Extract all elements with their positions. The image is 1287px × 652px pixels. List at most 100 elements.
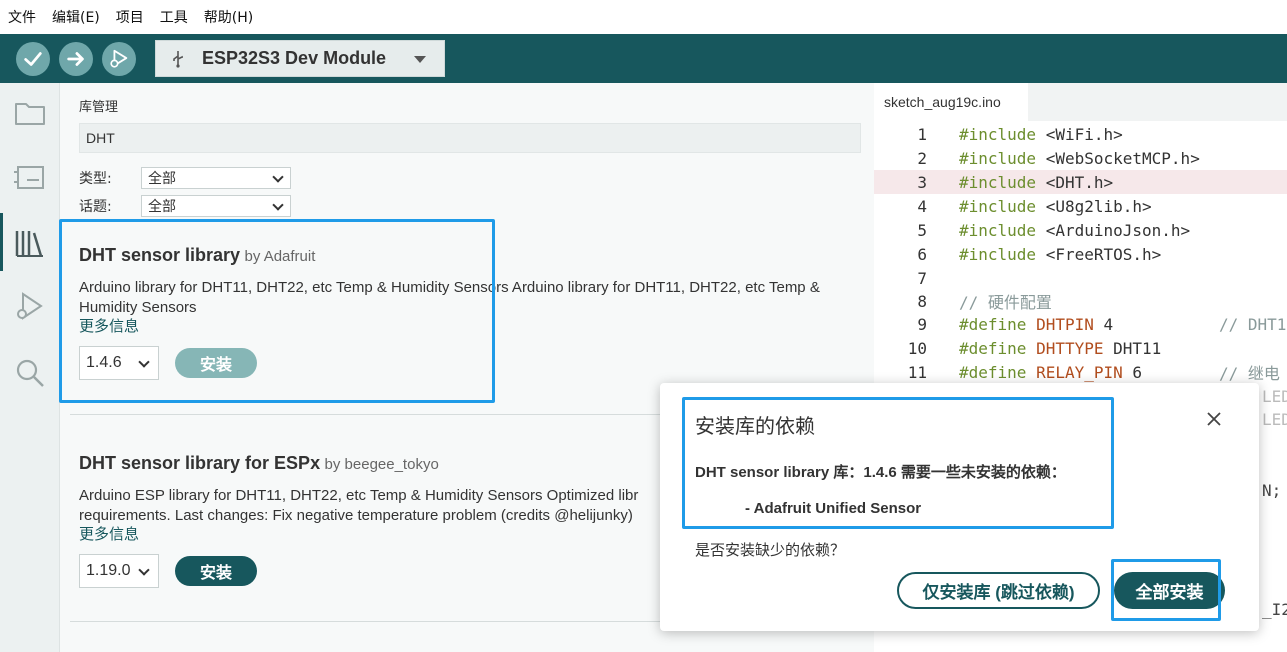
code-comment: // 继电 [1219,364,1280,383]
dialog-question: 是否安装缺少的依赖？ [695,542,846,559]
code-text: <U8g2lib.h> [1036,196,1152,216]
topic-filter: 话题: 全部 [79,195,291,217]
code-line[interactable]: 7 [874,266,1287,290]
upload-button[interactable] [59,42,93,76]
code-keyword: #include [959,148,1037,168]
sidebar-active-indicator [0,213,3,271]
chevron-down-icon [138,564,150,576]
sidebar [0,83,60,652]
code-keyword: #include [959,172,1037,192]
debug-icon [17,292,43,320]
editor-tab-bar: sketch_aug19c.ino [874,83,1287,121]
code-line[interactable]: 1 #include <WiFi.h> [874,122,1287,146]
sketchbook-button[interactable] [12,95,48,131]
code-line[interactable]: 8 // 硬件配置 [874,289,1287,313]
library-name: DHT sensor library [79,245,241,265]
line-number: 3 [917,172,927,192]
menu-bar: 文件 编辑(E) 项目 工具 帮助(H) [0,0,1287,34]
code-keyword: #include [959,220,1037,240]
line-number: 8 [917,291,927,311]
arrow-right-icon [67,52,84,66]
menu-tools[interactable]: 工具 [160,7,188,27]
version-select[interactable]: 1.19.0 [79,554,159,588]
menu-edit[interactable]: 编辑(E) [52,7,100,27]
topic-filter-value: 全部 [148,199,176,215]
line-number: 5 [917,220,927,240]
install-button[interactable]: 安装 [175,348,257,378]
library-description: Arduino ESP library for DHT11, DHT22, et… [79,487,639,524]
dialog-message: DHT sensor library 库：1.4.6 需要一些未安装的依赖： [695,464,1066,481]
code-text: <FreeRTOS.h> [1036,244,1162,264]
code-line[interactable]: 5 #include <ArduinoJson.h> [874,218,1287,242]
more-info-link[interactable]: 更多信息 [79,318,859,336]
library-search-input[interactable]: DHT [79,123,861,153]
folder-icon [15,103,45,125]
code-line[interactable]: 4 #include <U8g2lib.h> [874,194,1287,218]
usb-icon [173,50,183,68]
code-line[interactable]: 2 #include <WebSocketMCP.h> [874,146,1287,170]
dialog-title: 安装库的依赖 [695,416,815,438]
line-number: 10 [907,338,927,358]
type-filter-select[interactable]: 全部 [141,167,291,189]
code-text: DHT11 [1103,338,1162,358]
line-number: 11 [907,362,927,382]
code-line-current[interactable]: 3 #include <DHT.h> [874,170,1287,194]
chevron-down-icon [272,171,284,183]
boards-manager-button[interactable] [12,159,48,195]
install-all-button[interactable]: 全部安装 [1114,572,1225,609]
tab-sketch[interactable]: sketch_aug19c.ino [874,83,1028,121]
code-fragment: N; [1262,481,1282,500]
code-text: <ArduinoJson.h> [1036,220,1191,240]
type-filter: 类型: 全部 [79,167,291,189]
library-item: DHT sensor library by Adafruit Arduino l… [79,245,859,380]
board-icon [14,166,44,189]
line-number: 7 [917,268,927,288]
library-icon [15,231,43,257]
code-keyword: #include [959,196,1037,216]
topic-filter-select[interactable]: 全部 [141,195,291,217]
menu-sketch[interactable]: 项目 [116,7,144,27]
code-keyword: #define [959,362,1027,382]
code-fragment: LED [1262,387,1287,406]
topic-filter-label: 话题: [79,199,112,215]
code-keyword: #define [959,314,1027,334]
code-keyword: #include [959,244,1037,264]
verify-button[interactable] [16,42,50,76]
debug-icon [110,49,128,68]
line-number: 6 [917,244,927,264]
library-description: Arduino library for DHT11, DHT22, etc Te… [79,279,820,316]
install-without-dependencies-button[interactable]: 仅安装库 (跳过依赖) [897,572,1100,609]
install-dependencies-dialog: 安装库的依赖 DHT sensor library 库：1.4.6 需要一些未安… [660,383,1259,631]
install-button[interactable]: 安装 [175,556,257,586]
version-value: 1.4.6 [86,354,122,371]
version-value: 1.19.0 [86,562,131,579]
code-line[interactable]: 11 #define RELAY_PIN 6 // 继电 [874,360,1287,384]
search-button[interactable] [12,355,48,391]
type-filter-label: 类型: [79,171,112,187]
code-line[interactable]: 9 #define DHTPIN 4 // DHT1 [874,312,1287,336]
library-name: DHT sensor library for ESPx [79,453,321,473]
code-line[interactable]: 6 #include <FreeRTOS.h> [874,242,1287,266]
menu-help[interactable]: 帮助(H) [204,7,253,27]
close-icon[interactable] [1206,411,1222,427]
code-text: <DHT.h> [1036,172,1114,192]
version-select[interactable]: 1.4.6 [79,346,159,380]
chevron-down-icon [138,356,150,368]
chevron-down-icon [414,56,426,63]
code-comment: // DHT1 [1219,314,1287,334]
debug-panel-button[interactable] [12,289,48,325]
chevron-down-icon [272,199,284,211]
code-line[interactable]: 10 #define DHTTYPE DHT11 [874,336,1287,360]
library-author: by beegee_tokyo [324,456,439,473]
code-comment: // 硬件配置 [959,293,1052,312]
code-keyword: #include [959,124,1037,144]
board-selector[interactable]: ESP32S3 Dev Module [155,40,445,77]
code-text: 4 [1093,314,1114,334]
dependency-item: - Adafruit Unified Sensor [745,500,922,517]
code-macro: DHTTYPE [1036,338,1104,358]
code-text: <WebSocketMCP.h> [1036,148,1200,168]
debug-button[interactable] [102,42,136,76]
toolbar: ESP32S3 Dev Module [0,34,1287,83]
library-manager-button[interactable] [12,225,48,261]
menu-file[interactable]: 文件 [8,7,36,27]
